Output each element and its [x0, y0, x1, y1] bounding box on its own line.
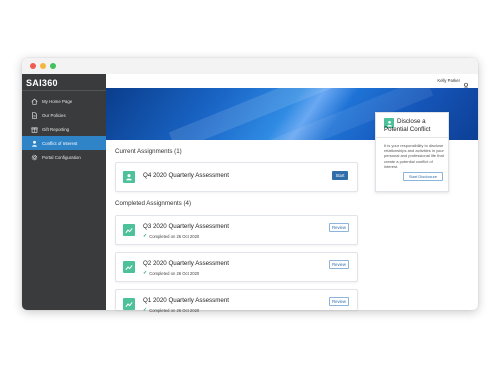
check-icon: ✓ [143, 307, 148, 313]
sidebar-item-label: Gift Reporting [42, 126, 70, 132]
gift-icon [30, 125, 38, 133]
assignment-title: Q4 2020 Quarterly Assessment [143, 172, 229, 179]
assignment-title: Q3 2020 Quarterly Assessment [143, 223, 229, 230]
assignment-icon [123, 171, 135, 183]
sidebar-item-conflict-of-interest[interactable]: Conflict of Interest [22, 136, 106, 150]
sidebar-item-gift-reporting[interactable]: Gift Reporting [22, 122, 106, 136]
sidebar-item-label: Conflict of Interest [42, 140, 78, 146]
completion-status: ✓ Completed on 26 Oct 2020 [143, 233, 199, 239]
maximize-window-dot[interactable] [50, 63, 56, 69]
disclose-divider [376, 137, 448, 138]
review-button[interactable]: Review [329, 297, 349, 306]
completion-date: Completed on 26 Oct 2020 [149, 307, 200, 313]
completion-status: ✓ Completed on 26 Oct 2020 [143, 270, 199, 276]
completion-date: Completed on 26 Oct 2020 [149, 270, 200, 276]
user-icon[interactable] [462, 77, 470, 90]
logo-divider [22, 90, 106, 91]
disclose-conflict-panel: Disclose a Potential Conflict It is your… [375, 112, 449, 192]
conflict-icon [30, 139, 38, 147]
sidebar-item-portal-configuration[interactable]: Portal Configuration [22, 150, 106, 164]
disclose-description: It is your responsibility to disclose re… [384, 143, 444, 169]
sidebar-item-label: Our Policies [42, 112, 66, 118]
assignment-icon [123, 298, 135, 310]
policies-icon [30, 111, 38, 119]
completion-status: ✓ Completed on 26 Oct 2020 [143, 307, 199, 313]
completed-assignment-card[interactable]: Q3 2020 Quarterly Assessment ✓ Completed… [115, 215, 358, 245]
assignment-icon [123, 224, 135, 236]
start-disclosure-button[interactable]: Start Disclosure [403, 172, 443, 181]
window-titlebar [22, 58, 478, 74]
sidebar-item-policies[interactable]: Our Policies [22, 108, 106, 122]
start-button[interactable]: Start [332, 171, 348, 180]
sidebar: SAI360 My Home Page Our Policies Gift Re… [22, 74, 106, 310]
assignment-icon [123, 261, 135, 273]
disclose-title: Disclose a Potential Conflict [384, 118, 431, 133]
home-icon [30, 97, 38, 105]
completed-assignment-card[interactable]: Q2 2020 Quarterly Assessment ✓ Completed… [115, 252, 358, 282]
sidebar-item-home[interactable]: My Home Page [22, 94, 106, 108]
gear-icon [30, 153, 38, 161]
check-icon: ✓ [143, 233, 148, 239]
current-assignments-heading: Current Assignments (1) [115, 148, 182, 155]
completed-assignments-heading: Completed Assignments (4) [115, 200, 192, 207]
user-name[interactable]: Kelly Parker [437, 78, 460, 83]
assignment-title: Q1 2020 Quarterly Assessment [143, 297, 229, 304]
top-bar: Kelly Parker [106, 74, 478, 90]
review-button[interactable]: Review [329, 223, 349, 232]
check-icon: ✓ [143, 270, 148, 276]
sidebar-item-label: Portal Configuration [42, 154, 81, 160]
assignment-title: Q2 2020 Quarterly Assessment [143, 260, 229, 267]
minimize-window-dot[interactable] [40, 63, 46, 69]
review-button[interactable]: Review [329, 260, 349, 269]
sidebar-item-label: My Home Page [42, 98, 73, 104]
completed-assignment-card[interactable]: Q1 2020 Quarterly Assessment ✓ Completed… [115, 289, 358, 313]
current-assignment-card[interactable]: Q4 2020 Quarterly Assessment Start [115, 162, 358, 192]
completion-date: Completed on 26 Oct 2020 [149, 233, 200, 239]
close-window-dot[interactable] [30, 63, 36, 69]
app-logo[interactable]: SAI360 [26, 78, 106, 90]
